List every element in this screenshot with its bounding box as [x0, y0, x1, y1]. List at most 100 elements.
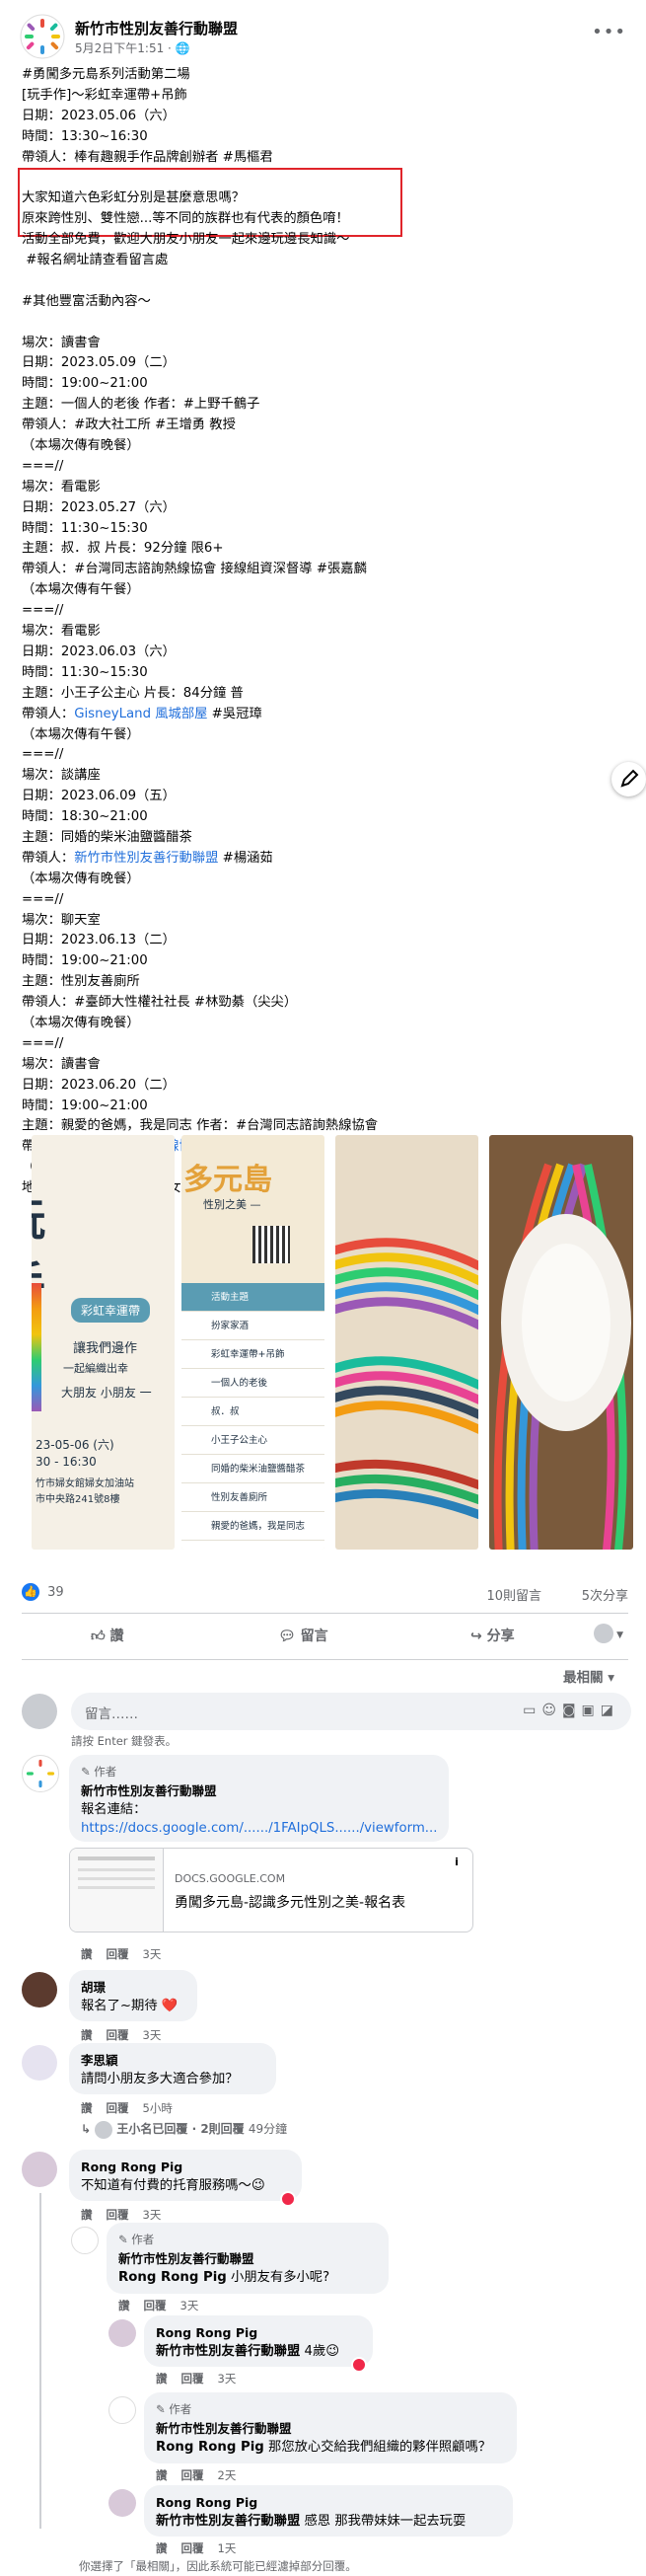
edit-pencil-icon[interactable]	[611, 762, 646, 796]
gif-icon[interactable]: ▣	[582, 1703, 601, 1718]
post-body-line: 時間：11:30~15:30	[22, 520, 148, 536]
comment-count[interactable]: 10則留言	[486, 1585, 541, 1604]
post-body-line: 場次：看電影	[22, 479, 101, 494]
share-button-label: 分享	[486, 1629, 515, 1644]
share-count[interactable]: 5次分享	[582, 1585, 628, 1604]
heart-reaction-icon[interactable]	[351, 2357, 367, 2373]
comment-like-link[interactable]: 讚	[81, 1947, 93, 1961]
more-options-icon[interactable]: •••	[592, 22, 626, 42]
heart-reaction-icon[interactable]	[280, 2191, 296, 2207]
camera-icon[interactable]: ◙	[562, 1703, 582, 1718]
mention-tag[interactable]: 新竹市性別友善行動聯盟	[156, 2514, 300, 2529]
comment-reply-link[interactable]: 回覆	[107, 2028, 129, 2042]
comment-actions: 讚回覆 1天	[156, 2540, 250, 2556]
comment-text: 請問小朋友多大適合參加？	[81, 2072, 239, 2086]
like-button[interactable]: 👍︎ 讚	[91, 1626, 124, 1645]
comment-like-link[interactable]: 讚	[81, 2208, 93, 2222]
photo-2-schedule: 活動主題 扮家家酒 彩虹幸運帶+吊飾 一個人的老後 叔．叔 小王子公主心 同婚的柴米油鹽醬醋…	[181, 1283, 324, 1550]
post-time[interactable]: 5月2日下午1:51 ·	[75, 41, 176, 55]
commenter-name[interactable]: 新竹市性別友善行動聯盟	[81, 1781, 437, 1800]
schedule-header: 活動主題	[181, 1283, 324, 1312]
commenter-name[interactable]: 新竹市性別友善行動聯盟	[118, 2249, 377, 2268]
reaction-avatar-menu[interactable]: ▼	[594, 1624, 623, 1643]
comment-reply-link[interactable]: 回覆	[181, 2372, 204, 2386]
comment-reply-link[interactable]: 回覆	[107, 1947, 129, 1961]
sticker-icon[interactable]: ◪	[601, 1703, 619, 1718]
photo-4[interactable]	[489, 1135, 633, 1550]
schedule-row: 性別友善廁所	[181, 1483, 324, 1512]
comment-reply-link[interactable]: 回覆	[181, 2468, 204, 2482]
commenter-name[interactable]: 新竹市性別友善行動聯盟	[156, 2419, 505, 2438]
comment-actions: 讚回覆 3天	[81, 2207, 175, 2223]
post-link[interactable]: GisneyLand 風城部屋	[74, 707, 207, 721]
commenter-avatar[interactable]	[22, 1755, 59, 1792]
comment-time[interactable]: 3天	[218, 2372, 237, 2386]
comment-input[interactable]: 留言…… ▭☺◙▣◪	[71, 1693, 631, 1730]
commenter-name[interactable]: Rong Rong Pig	[156, 2323, 361, 2342]
like-count[interactable]: 39	[47, 1585, 64, 1600]
commenter-avatar[interactable]	[22, 2045, 57, 2081]
comment-time[interactable]: 3天	[143, 2208, 162, 2222]
mention-tag[interactable]: Rong Rong Pig	[156, 2440, 264, 2455]
pencil-icon: ✎	[81, 1765, 95, 1779]
commenter-avatar[interactable]	[22, 2152, 57, 2187]
comment-reply-link[interactable]: 回覆	[181, 2541, 204, 2555]
reply-summary: 王小名已回覆 · 2則回覆	[116, 2122, 245, 2136]
share-button[interactable]: ↪ 分享	[470, 1626, 515, 1645]
commenter-avatar[interactable]	[108, 2489, 136, 2517]
link-preview-card[interactable]: DOCS.GOOGLE.COM 勇闖多元島-認識多元性別之美-報名表 i	[69, 1848, 473, 1932]
page-avatar[interactable]	[20, 14, 65, 59]
filter-footnote: 你選擇了「最相關」，因此系統可能已經濾掉部分回覆。	[79, 2559, 357, 2573]
post-body-line: 帶領人：#政大社工所 #王增勇 教授	[22, 417, 236, 433]
comment-like-link[interactable]: 讚	[156, 2541, 168, 2555]
photo-1[interactable]: 玩 手 彩虹幸運帶 讓我們邊作 一起編織出幸 大朋友 小朋友 一 23-05-0…	[32, 1135, 175, 1550]
comment-time[interactable]: 3天	[180, 2299, 199, 2312]
comment-time[interactable]: 3天	[143, 2028, 162, 2042]
comment-time[interactable]: 5小時	[143, 2101, 173, 2115]
photo-2[interactable]: 多元島 性別之美 — 活動主題 扮家家酒 彩虹幸運帶+吊飾 一個人的老後 叔．叔 小王子公…	[181, 1135, 324, 1550]
commenter-avatar[interactable]	[108, 2319, 136, 2347]
page-name[interactable]: 新竹市性別友善行動聯盟	[75, 18, 238, 38]
photo-3[interactable]	[335, 1135, 478, 1550]
info-icon[interactable]: i	[449, 1855, 465, 1870]
comment-bubble: 李思穎 請問小朋友多大適合參加？	[69, 2043, 276, 2094]
post-body-line: （本場次傳有午餐）	[22, 582, 140, 598]
comment-like-link[interactable]: 讚	[118, 2299, 130, 2312]
post-body-line: 場次：讀書會	[22, 1056, 101, 1072]
commenter-avatar[interactable]	[108, 2396, 136, 2424]
comment-bubble: ✎ 作者 新竹市性別友善行動聯盟 報名連結： https://docs.goog…	[69, 1755, 449, 1842]
comment-like-link[interactable]: 讚	[81, 2101, 93, 2115]
view-replies-link[interactable]: ↳ 王小名已回覆 · 2則回覆 49分鐘	[81, 2120, 287, 2139]
post-timestamp[interactable]: 5月2日下午1:51 · 🌐	[75, 39, 190, 56]
comment-time[interactable]: 3天	[143, 1947, 162, 1961]
commenter-avatar[interactable]	[22, 1972, 57, 2008]
globe-icon: 🌐	[175, 41, 190, 55]
comment-reply-link[interactable]: 回覆	[107, 2208, 129, 2222]
comment-text: Rong Rong Pig 那您放心交給我們組織的夥伴照顧嗎？	[156, 2438, 505, 2457]
comment-link[interactable]: https://docs.google.com/....../1FAIpQLS.…	[81, 1819, 437, 1838]
comment-actions: 讚回覆 3天	[156, 2371, 250, 2387]
comment-reply-link[interactable]: 回覆	[144, 2299, 167, 2312]
post-link[interactable]: 新竹市性別友善行動聯盟	[74, 851, 218, 866]
post-body-line	[22, 313, 613, 334]
commenter-name[interactable]: Rong Rong Pig	[81, 2158, 290, 2176]
comment-time[interactable]: 2天	[218, 2468, 237, 2482]
commenter-avatar[interactable]	[71, 2227, 99, 2254]
commenter-name[interactable]: 李思穎	[81, 2051, 264, 2070]
comment-time[interactable]: 1天	[218, 2541, 237, 2555]
emoji-icon[interactable]: ☺	[541, 1703, 562, 1718]
comment-like-link[interactable]: 讚	[81, 2028, 93, 2042]
mention-tag[interactable]: 新竹市性別友善行動聯盟	[156, 2344, 300, 2359]
comment-sort-dropdown[interactable]: 最相關 ▾	[563, 1666, 614, 1686]
author-badge: ✎ 作者	[156, 2400, 505, 2419]
link-preview-title: 勇闖多元島-認識多元性別之美-報名表	[175, 1895, 406, 1911]
comment-like-link[interactable]: 讚	[156, 2468, 168, 2482]
mention-tag[interactable]: Rong Rong Pig	[118, 2270, 227, 2285]
post-body-line: 日期：2023.05.09（二）	[22, 355, 176, 371]
gif-icon[interactable]: ▭	[523, 1703, 541, 1718]
comment-reply-link[interactable]: 回覆	[107, 2101, 129, 2115]
comment-like-link[interactable]: 讚	[156, 2372, 168, 2386]
commenter-name[interactable]: 胡璟	[81, 1978, 185, 1997]
comment-button[interactable]: 💬︎ 留言	[278, 1626, 328, 1645]
commenter-name[interactable]: Rong Rong Pig	[156, 2493, 501, 2512]
